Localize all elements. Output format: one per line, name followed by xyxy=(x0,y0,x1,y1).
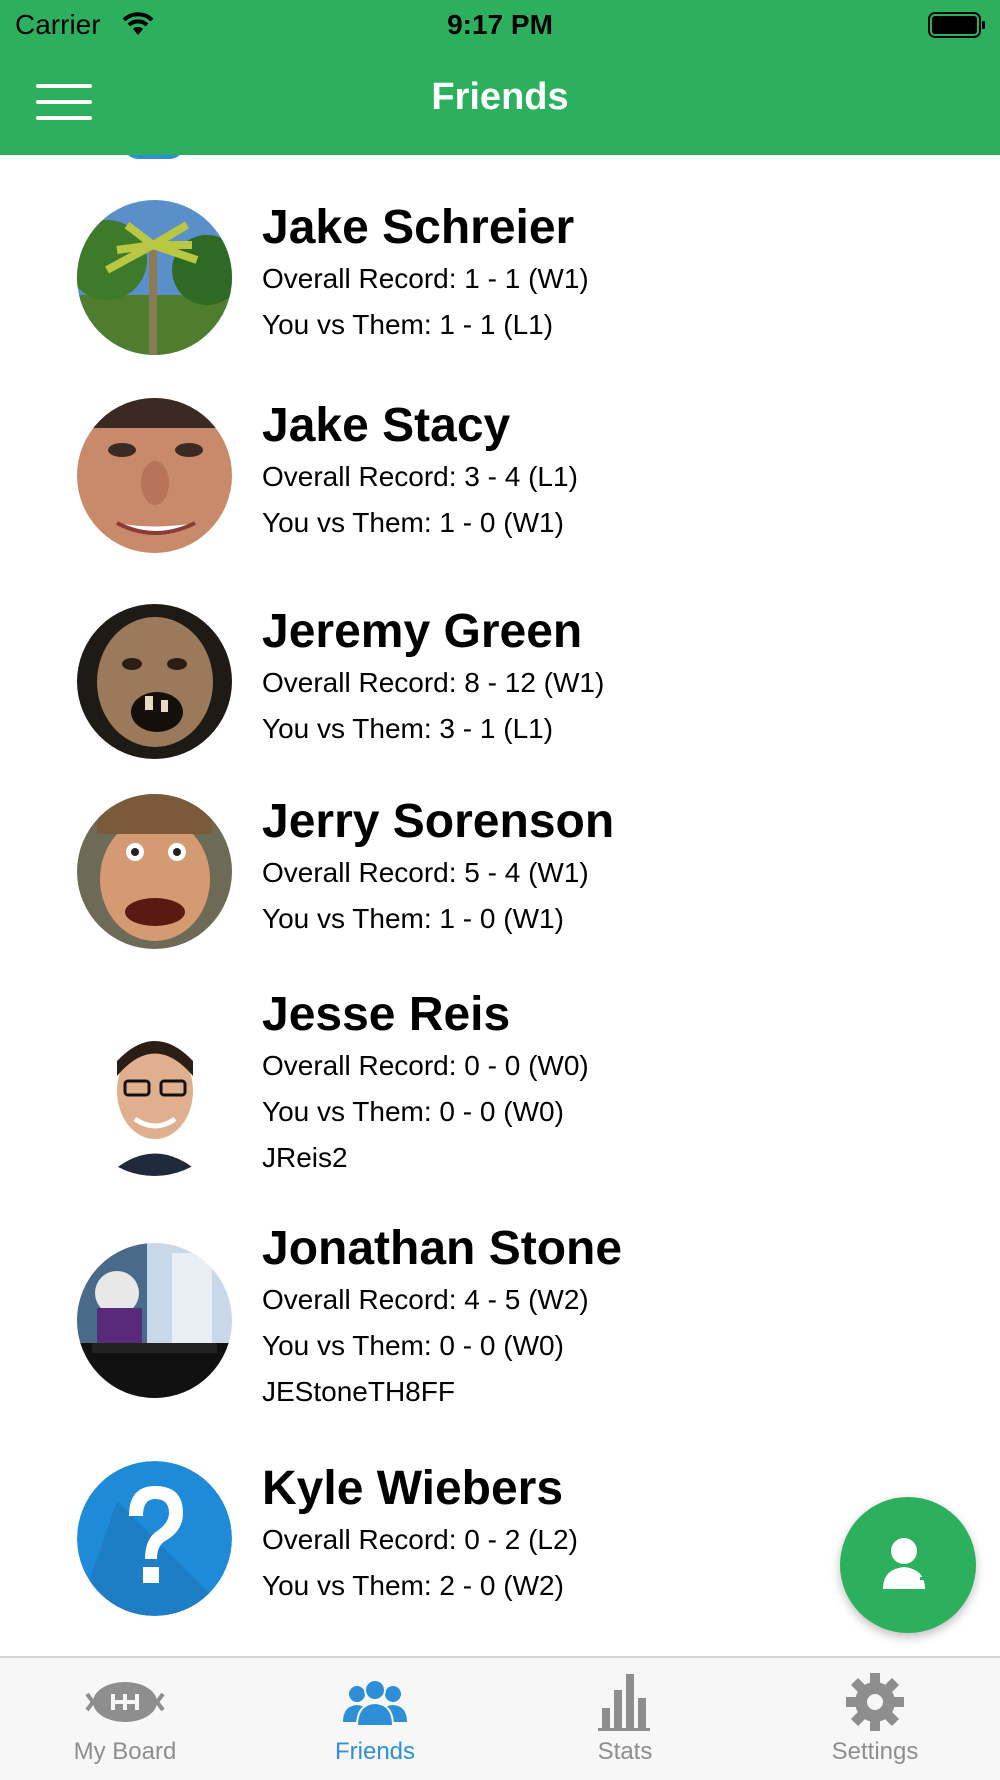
tab-label: Friends xyxy=(334,1738,416,1765)
page-title: Friends xyxy=(431,76,569,118)
avatar xyxy=(77,1243,232,1398)
question-mark-icon xyxy=(77,1461,232,1616)
head-to-head-record: You vs Them: 1 - 1 (L1) xyxy=(262,309,554,340)
overall-record: Overall Record: 0 - 2 (L2) xyxy=(262,1524,578,1555)
tab-settings[interactable]: Settings xyxy=(750,1658,1000,1780)
overall-record: Overall Record: 3 - 4 (L1) xyxy=(262,461,578,492)
friend-username: JReis2 xyxy=(262,1142,348,1173)
bar-chart-icon xyxy=(598,1674,650,1731)
friends-list[interactable]: Jake Schreier Overall Record: 1 - 1 (W1)… xyxy=(0,155,1000,1655)
avatar xyxy=(77,398,232,553)
head-to-head-record: You vs Them: 0 - 0 (W0) xyxy=(262,1096,564,1127)
head-to-head-record: You vs Them: 1 - 0 (W1) xyxy=(262,903,564,934)
friend-row[interactable]: Jesse Reis Overall Record: 0 - 0 (W0) Yo… xyxy=(0,987,1000,1197)
avatar xyxy=(77,1021,232,1176)
overall-record: Overall Record: 0 - 0 (W0) xyxy=(262,1050,589,1081)
battery-icon xyxy=(928,12,986,38)
status-time: 9:17 PM xyxy=(447,9,553,40)
tab-friends[interactable]: Friends xyxy=(250,1658,500,1780)
tab-label: My Board xyxy=(73,1738,177,1765)
add-friend-button[interactable] xyxy=(840,1497,976,1633)
friend-name: Jerry Sorenson xyxy=(262,795,615,848)
friend-name: Kyle Wiebers xyxy=(262,1462,564,1515)
friend-username: JEStoneTH8FF xyxy=(262,1376,455,1407)
overall-record: Overall Record: 8 - 12 (W1) xyxy=(262,667,605,698)
friend-row[interactable]: Jake Stacy Overall Record: 3 - 4 (L1) Yo… xyxy=(0,398,1000,568)
head-to-head-record: You vs Them: 1 - 0 (W1) xyxy=(262,507,564,538)
status-bar: Carrier 9:17 PM xyxy=(0,0,1000,50)
gear-icon xyxy=(846,1673,904,1731)
friend-row[interactable]: Jerry Sorenson Overall Record: 5 - 4 (W1… xyxy=(0,794,1000,964)
tab-my-board[interactable]: My Board xyxy=(0,1658,250,1780)
friend-row[interactable]: Jake Schreier Overall Record: 1 - 1 (W1)… xyxy=(0,200,1000,370)
overall-record: Overall Record: 4 - 5 (W2) xyxy=(262,1284,589,1315)
avatar xyxy=(77,794,232,949)
head-to-head-record: You vs Them: 3 - 1 (L1) xyxy=(262,713,554,744)
tab-stats[interactable]: Stats xyxy=(500,1658,750,1780)
overall-record: Overall Record: 1 - 1 (W1) xyxy=(262,263,589,294)
football-icon xyxy=(85,1682,165,1722)
tab-bar: My Board Friends Stats Settings xyxy=(0,1656,1000,1780)
friend-row[interactable]: Jeremy Green Overall Record: 8 - 12 (W1)… xyxy=(0,604,1000,774)
friend-name: Jesse Reis xyxy=(262,988,511,1041)
add-user-icon xyxy=(883,1538,934,1589)
friend-name: Jake Stacy xyxy=(262,399,511,452)
friend-name: Jonathan Stone xyxy=(262,1222,623,1275)
head-to-head-record: You vs Them: 0 - 0 (W0) xyxy=(262,1330,564,1361)
tab-label: Stats xyxy=(597,1738,653,1765)
tab-label: Settings xyxy=(831,1738,919,1765)
head-to-head-record: You vs Them: 2 - 0 (W2) xyxy=(262,1570,564,1601)
friend-name: Jeremy Green xyxy=(262,605,583,658)
nav-bar: Friends xyxy=(0,50,1000,155)
overall-record: Overall Record: 5 - 4 (W1) xyxy=(262,857,589,888)
previous-avatar-edge xyxy=(124,155,184,159)
friend-row[interactable]: Jonathan Stone Overall Record: 4 - 5 (W2… xyxy=(0,1221,1000,1431)
friends-icon xyxy=(343,1679,407,1727)
avatar xyxy=(77,200,232,355)
avatar xyxy=(77,604,232,759)
friend-name: Jake Schreier xyxy=(262,201,575,254)
